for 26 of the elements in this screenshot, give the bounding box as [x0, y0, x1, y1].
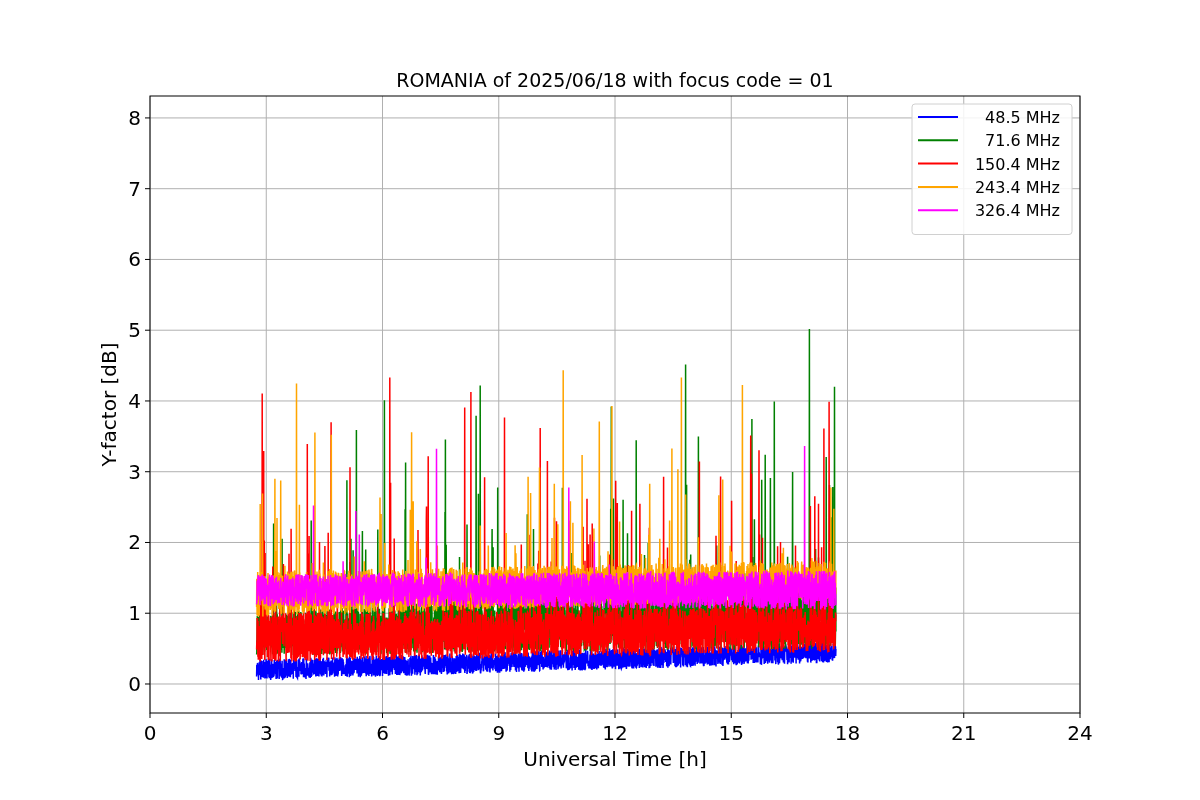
- x-tick-label: 24: [1067, 721, 1093, 745]
- y-axis-label: Y-factor [dB]: [97, 342, 121, 467]
- y-tick-label: 7: [128, 176, 141, 201]
- legend-label: 48.5 MHz: [985, 108, 1060, 127]
- legend-label: 326.4 MHz: [974, 201, 1060, 221]
- y-tick-label: 1: [128, 601, 141, 626]
- x-tick-label: 3: [259, 721, 273, 745]
- legend-label: 150.4 MHz: [974, 154, 1060, 174]
- chart-title: ROMANIA of 2025/06/18 with focus code = 01: [396, 69, 834, 91]
- x-tick-label: 12: [602, 721, 628, 745]
- x-tick-label: 0: [143, 721, 157, 745]
- x-tick-label: 21: [951, 721, 977, 745]
- y-tick-label: 5: [128, 318, 141, 343]
- x-axis-label: Universal Time [h]: [523, 747, 707, 771]
- x-tick-label: 9: [492, 721, 506, 745]
- y-tick-label: 4: [128, 388, 141, 413]
- y-tick-label: 8: [128, 105, 141, 130]
- legend-label: 243.4 MHz: [974, 177, 1060, 197]
- x-tick-label: 6: [376, 721, 389, 745]
- y-tick-label: 6: [128, 247, 141, 272]
- y-tick-label: 0: [128, 672, 141, 696]
- x-tick-label: 18: [834, 721, 861, 745]
- y-tick-label: 3: [128, 459, 141, 484]
- legend-label: 71.6 MHz: [985, 131, 1060, 151]
- y-tick-label: 2: [128, 530, 141, 555]
- x-tick-label: 15: [718, 721, 744, 745]
